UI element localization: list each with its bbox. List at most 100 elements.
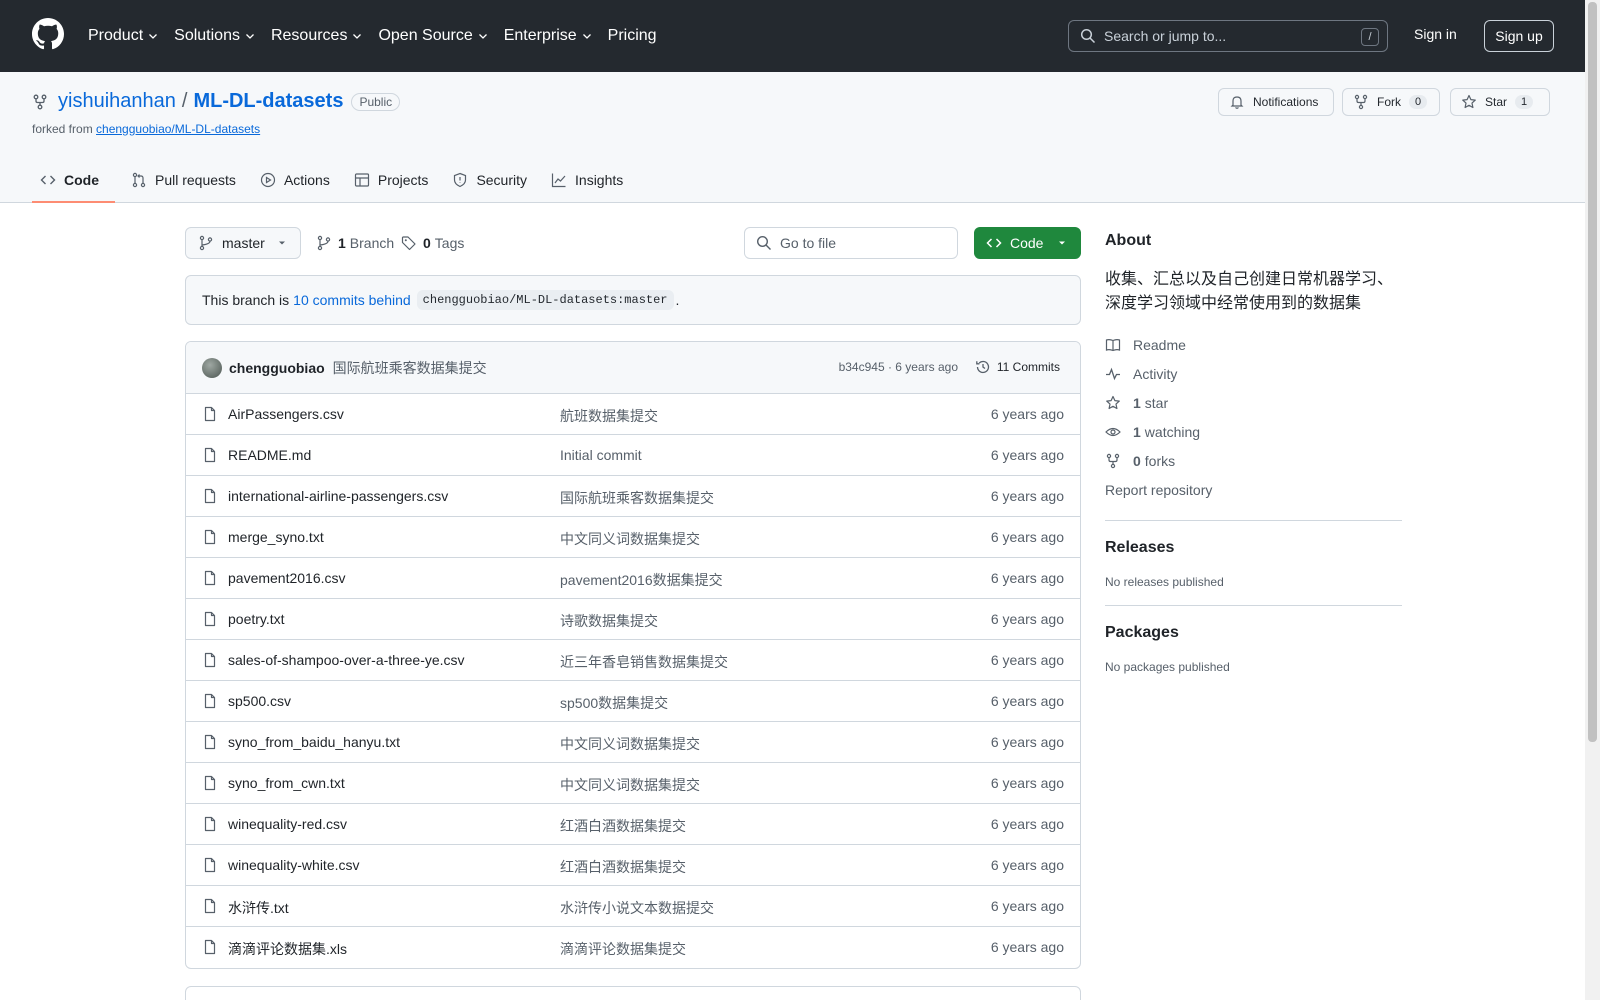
file-name-link[interactable]: AirPassengers.csv: [228, 406, 344, 422]
tab-insights[interactable]: Insights: [543, 164, 631, 203]
file-name-link[interactable]: 滴滴评论数据集.xls: [228, 939, 347, 959]
tab-pull-requests[interactable]: Pull requests: [123, 164, 244, 203]
nav-enterprise[interactable]: Enterprise: [504, 24, 592, 48]
page-scrollbar[interactable]: [1585, 0, 1600, 1000]
readme-link[interactable]: Readme: [1105, 330, 1402, 359]
file-commit-message[interactable]: 近三年香皂销售数据集提交: [560, 652, 728, 672]
repo-owner-link[interactable]: yishuihanhan: [58, 90, 176, 113]
file-commit-message[interactable]: pavement2016数据集提交: [560, 570, 723, 590]
tab-label: Code: [64, 172, 99, 188]
file-commit-message[interactable]: 红酒白酒数据集提交: [560, 857, 686, 877]
file-commit-message[interactable]: 滴滴评论数据集提交: [560, 939, 686, 959]
file-row[interactable]: 滴滴评论数据集.xls 滴滴评论数据集提交 6 years ago: [186, 927, 1080, 968]
file-name-link[interactable]: syno_from_baidu_hanyu.txt: [228, 734, 400, 750]
forks-link[interactable]: 0 forks: [1105, 446, 1402, 475]
search-shortcut-hint: /: [1361, 28, 1379, 46]
file-commit-message[interactable]: 诗歌数据集提交: [560, 611, 658, 631]
watching-count: 1: [1133, 423, 1141, 440]
tab-actions[interactable]: Actions: [252, 164, 338, 203]
activity-link[interactable]: Activity: [1105, 359, 1402, 388]
commits-link[interactable]: 11 Commits: [975, 359, 1060, 375]
file-row[interactable]: README.md Initial commit 6 years ago: [186, 435, 1080, 476]
notifications-label: Notifications: [1253, 95, 1319, 109]
file-row[interactable]: AirPassengers.csv 航班数据集提交 6 years ago: [186, 394, 1080, 435]
tab-projects[interactable]: Projects: [346, 164, 437, 203]
tab-label: Projects: [377, 172, 429, 188]
forks-count: 0: [1133, 452, 1141, 469]
file-name-link[interactable]: winequality-red.csv: [228, 816, 347, 832]
star-button[interactable]: Star 1: [1450, 88, 1550, 116]
graph-icon: [551, 172, 567, 188]
file-commit-message[interactable]: 红酒白酒数据集提交: [560, 816, 686, 836]
file-row[interactable]: winequality-red.csv 红酒白酒数据集提交 6 years ago: [186, 804, 1080, 845]
file-commit-message[interactable]: 国际航班乘客数据集提交: [560, 488, 714, 508]
file-name-link[interactable]: sp500.csv: [228, 693, 291, 709]
nav-open-source[interactable]: Open Source: [378, 24, 487, 48]
tag-count: 0: [423, 235, 431, 251]
repo-name-link[interactable]: ML-DL-datasets: [193, 90, 343, 113]
stars-link[interactable]: 1 star: [1105, 388, 1402, 417]
file-row[interactable]: poetry.txt 诗歌数据集提交 6 years ago: [186, 599, 1080, 640]
packages-heading[interactable]: Packages: [1105, 624, 1402, 642]
commits-behind-link[interactable]: 10 commits behind: [293, 292, 411, 308]
file-row[interactable]: syno_from_cwn.txt 中文同义词数据集提交 6 years ago: [186, 763, 1080, 804]
commit-hash-time[interactable]: b34c945 · 6 years ago: [839, 360, 958, 374]
file-row[interactable]: sales-of-shampoo-over-a-three-ye.csv 近三年香…: [186, 640, 1080, 681]
avatar[interactable]: [202, 357, 222, 378]
nav-resources[interactable]: Resources: [271, 24, 362, 48]
file-commit-message[interactable]: 中文同义词数据集提交: [560, 734, 700, 754]
file-icon: [202, 775, 218, 791]
file-name-link[interactable]: international-airline-passengers.csv: [228, 488, 448, 504]
file-name-link[interactable]: merge_syno.txt: [228, 529, 324, 545]
file-name-link[interactable]: winequality-white.csv: [228, 857, 360, 873]
code-download-button[interactable]: Code: [974, 227, 1081, 259]
tab-code[interactable]: Code: [32, 164, 115, 203]
commit-message[interactable]: 国际航班乘客数据集提交: [333, 358, 487, 378]
file-name-link[interactable]: 水浒传.txt: [228, 898, 289, 918]
forks-label: forks: [1144, 452, 1176, 469]
file-name-link[interactable]: pavement2016.csv: [228, 570, 346, 586]
scrollbar-thumb[interactable]: [1588, 2, 1597, 742]
report-repository-link[interactable]: Report repository: [1105, 475, 1402, 504]
file-row[interactable]: merge_syno.txt 中文同义词数据集提交 6 years ago: [186, 517, 1080, 558]
notifications-button[interactable]: Notifications: [1218, 88, 1334, 116]
file-commit-message[interactable]: 航班数据集提交: [560, 406, 658, 426]
nav-pricing[interactable]: Pricing: [608, 24, 657, 48]
file-commit-message[interactable]: 中文同义词数据集提交: [560, 775, 700, 795]
star-icon: [1105, 395, 1121, 411]
releases-heading[interactable]: Releases: [1105, 539, 1402, 557]
file-name-link[interactable]: README.md: [228, 447, 311, 463]
github-logo-icon[interactable]: [32, 18, 64, 50]
tab-security[interactable]: Security: [444, 164, 535, 203]
file-icon: [202, 734, 218, 750]
repo-forked-icon: [32, 94, 48, 110]
branches-link[interactable]: 1 Branch: [316, 235, 394, 251]
nav-product[interactable]: Product: [88, 24, 158, 48]
file-commit-message[interactable]: Initial commit: [560, 447, 642, 463]
file-row[interactable]: international-airline-passengers.csv 国际航班…: [186, 476, 1080, 517]
watching-link[interactable]: 1 watching: [1105, 417, 1402, 446]
commit-author[interactable]: chengguobiao: [229, 360, 325, 376]
file-commit-message[interactable]: 水浒传小说文本数据提交: [560, 898, 714, 918]
forked-from-link[interactable]: chengguobiao/ML-DL-datasets: [96, 122, 260, 136]
file-name-link[interactable]: poetry.txt: [228, 611, 285, 627]
star-count: 1: [1515, 95, 1534, 109]
file-row[interactable]: winequality-white.csv 红酒白酒数据集提交 6 years ag…: [186, 845, 1080, 886]
go-to-file-input[interactable]: Go to file: [744, 227, 958, 259]
file-commit-message[interactable]: 中文同义词数据集提交: [560, 529, 700, 549]
search-input[interactable]: Search or jump to... /: [1068, 20, 1388, 52]
file-name-link[interactable]: sales-of-shampoo-over-a-three-ye.csv: [228, 652, 465, 668]
sign-up-button[interactable]: Sign up: [1484, 20, 1554, 52]
branch-selector[interactable]: master: [185, 227, 301, 259]
file-commit-date: 6 years ago: [990, 734, 1064, 750]
file-name-link[interactable]: syno_from_cwn.txt: [228, 775, 345, 791]
file-row[interactable]: syno_from_baidu_hanyu.txt 中文同义词数据集提交 6 yea…: [186, 722, 1080, 763]
fork-button[interactable]: Fork 0: [1342, 88, 1440, 116]
nav-solutions[interactable]: Solutions: [174, 24, 255, 48]
file-commit-message[interactable]: sp500数据集提交: [560, 693, 668, 713]
file-row[interactable]: sp500.csv sp500数据集提交 6 years ago: [186, 681, 1080, 722]
sign-in-link[interactable]: Sign in: [1414, 26, 1457, 42]
tags-link[interactable]: 0 Tags: [401, 235, 464, 251]
file-row[interactable]: 水浒传.txt 水浒传小说文本数据提交 6 years ago: [186, 886, 1080, 927]
file-row[interactable]: pavement2016.csv pavement2016数据集提交 6 years…: [186, 558, 1080, 599]
